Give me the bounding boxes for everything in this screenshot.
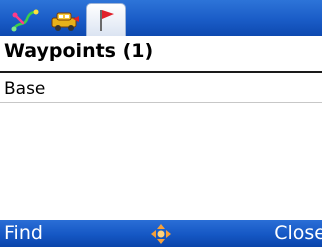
waypoint-list: Base xyxy=(0,73,322,220)
route-icon xyxy=(10,7,40,33)
vehicles-icon xyxy=(49,7,81,33)
tab-vehicles[interactable] xyxy=(46,4,84,36)
tab-waypoints[interactable] xyxy=(86,3,126,36)
close-button[interactable]: Close xyxy=(274,222,322,244)
row-divider xyxy=(0,102,322,103)
waypoints-screen: Waypoints (1) Base Find Close xyxy=(0,0,322,247)
list-item-label: Base xyxy=(4,79,46,99)
tab-bar xyxy=(0,0,322,36)
tab-route[interactable] xyxy=(6,4,44,36)
flag-icon xyxy=(94,7,118,33)
dpad-icon[interactable] xyxy=(150,223,172,245)
page-title: Waypoints (1) xyxy=(4,40,154,62)
find-button[interactable]: Find xyxy=(4,222,43,244)
list-item[interactable]: Base xyxy=(0,73,322,103)
list-header: Waypoints (1) xyxy=(0,36,322,70)
softkey-bar: Find Close xyxy=(0,220,322,247)
